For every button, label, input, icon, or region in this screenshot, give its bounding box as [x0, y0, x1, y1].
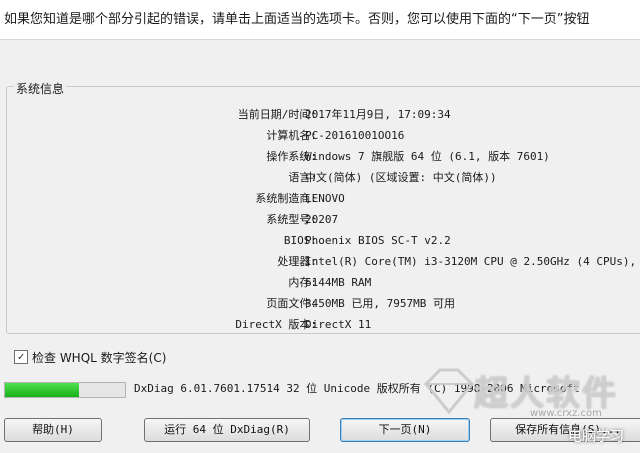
save-all-info-button[interactable]: 保存所有信息(S)...: [490, 418, 640, 442]
info-value: 2017年11月9日, 17:09:34: [305, 108, 451, 121]
info-row-datetime: 当前日期/时间: 2017年11月9日, 17:09:34: [7, 105, 640, 125]
info-row-page-file: 页面文件: 3450MB 已用, 7957MB 可用: [7, 294, 640, 314]
info-row-language: 语言: 中文(简体) (区域设置: 中文(简体)): [7, 168, 640, 188]
intro-text: 如果您知道是哪个部分引起的错误，请单击上面适当的选项卡。否则，您可以使用下面的“…: [0, 0, 640, 40]
info-value: Windows 7 旗舰版 64 位 (6.1, 版本 7601): [305, 150, 550, 163]
info-value: 6144MB RAM: [305, 276, 372, 289]
info-row-os: 操作系统: Windows 7 旗舰版 64 位 (6.1, 版本 7601): [7, 147, 640, 167]
info-row-memory: 内存: 6144MB RAM: [7, 273, 640, 293]
info-row-computer-name: 计算机名: PC-20161001OO16: [7, 126, 640, 146]
info-row-directx: DirectX 版本: DirectX 11: [7, 315, 640, 335]
info-value: 中文(简体) (区域设置: 中文(简体)): [305, 171, 497, 184]
info-row-processor: 处理器: Intel(R) Core(TM) i3-3120M CPU @ 2.…: [7, 252, 640, 272]
info-value: 20207: [305, 213, 339, 226]
info-value: LENOVO: [305, 192, 345, 205]
info-row-manufacturer: 系统制造商: LENOVO: [7, 189, 640, 209]
help-button[interactable]: 帮助(H): [4, 418, 102, 442]
progress-bar-fill: [5, 383, 80, 397]
progress-bar: [4, 382, 126, 398]
info-value: PC-20161001OO16: [305, 129, 405, 142]
run-64bit-dxdiag-button[interactable]: 运行 64 位 DxDiag(R): [144, 418, 310, 442]
info-value: Phoenix BIOS SC-T v2.2: [305, 234, 451, 247]
info-row-bios: BIOS: Phoenix BIOS SC-T v2.2: [7, 231, 640, 251]
info-row-model: 系统型号: 20207: [7, 210, 640, 230]
whql-checkbox-label[interactable]: 检查 WHQL 数字签名(C): [32, 349, 166, 366]
whql-checkbox-row[interactable]: ✓ 检查 WHQL 数字签名(C): [14, 348, 166, 366]
system-info-title: 系统信息: [14, 80, 67, 97]
info-value: Intel(R) Core(TM) i3-3120M CPU @ 2.50GHz…: [305, 255, 637, 268]
system-info-group: 当前日期/时间: 2017年11月9日, 17:09:34 计算机名: PC-2…: [6, 86, 640, 334]
next-page-button[interactable]: 下一页(N): [340, 418, 470, 442]
check-mark-icon: ✓: [17, 350, 25, 363]
version-text: DxDiag 6.01.7601.17514 32 位 Unicode 版权所有…: [134, 382, 580, 395]
info-value: DirectX 11: [305, 318, 372, 331]
info-value: 3450MB 已用, 7957MB 可用: [305, 297, 455, 310]
whql-checkbox[interactable]: ✓: [14, 350, 28, 364]
